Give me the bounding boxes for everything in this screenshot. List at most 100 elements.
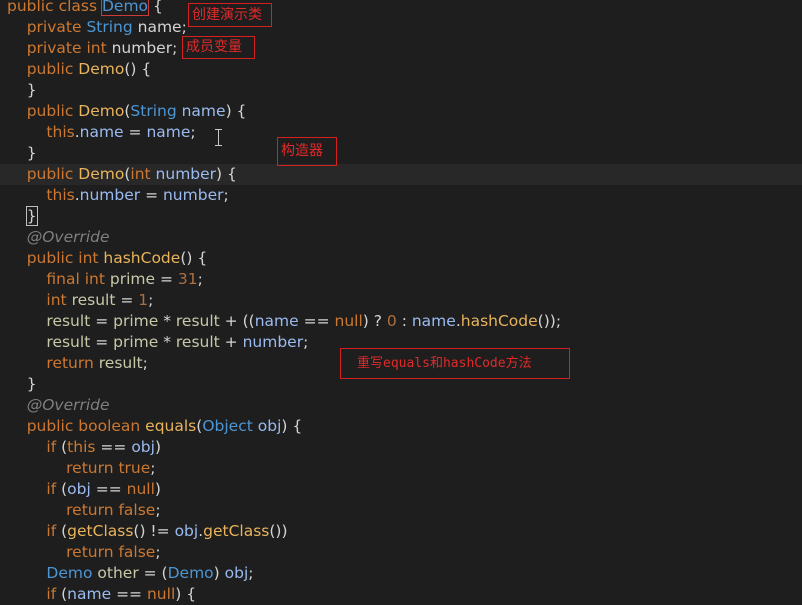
code-token: : bbox=[396, 312, 412, 330]
code-token: private bbox=[7, 18, 87, 36]
code-token: 1 bbox=[138, 291, 149, 309]
code-line[interactable]: public Demo(int number) { bbox=[0, 164, 802, 185]
code-token: = bbox=[123, 123, 147, 141]
code-token: String bbox=[130, 102, 177, 120]
code-token: obj bbox=[67, 480, 91, 498]
code-line[interactable]: private int number; bbox=[0, 38, 802, 59]
code-token: ) bbox=[154, 480, 161, 498]
code-token: = ( bbox=[138, 564, 168, 582]
code-token: = bbox=[140, 186, 163, 204]
code-token: } bbox=[7, 375, 37, 393]
code-line[interactable]: public class Demo { bbox=[0, 0, 802, 17]
code-line[interactable]: if (getClass() != obj.getClass()) bbox=[0, 521, 802, 542]
code-token: ( bbox=[56, 480, 68, 498]
code-token: == bbox=[111, 585, 147, 603]
code-token: 31 bbox=[177, 270, 198, 288]
code-token: ; bbox=[190, 123, 196, 141]
code-token: other bbox=[97, 564, 139, 582]
code-token: ) { bbox=[175, 585, 197, 603]
code-token: ; bbox=[155, 501, 161, 519]
code-token: null bbox=[126, 480, 155, 498]
code-token: ()) bbox=[269, 522, 288, 540]
code-token: obj bbox=[257, 417, 282, 435]
code-line[interactable]: if (name == null) { bbox=[0, 584, 802, 605]
code-token: * bbox=[158, 312, 176, 330]
code-token: ) bbox=[213, 564, 225, 582]
code-token: hashCode bbox=[103, 249, 181, 267]
code-line[interactable]: if (this == obj) bbox=[0, 437, 802, 458]
annotation-create-class: 创建演示类 bbox=[188, 3, 272, 27]
code-line[interactable]: this.number = number; bbox=[0, 185, 802, 206]
code-token: equals bbox=[145, 417, 197, 435]
code-token: prime bbox=[109, 270, 156, 288]
code-line[interactable]: public boolean equals(Object obj) { bbox=[0, 416, 802, 437]
code-line[interactable]: if (obj == null) bbox=[0, 479, 802, 500]
code-token: this bbox=[7, 186, 75, 204]
code-line[interactable]: @Override bbox=[0, 395, 802, 416]
code-line[interactable]: private String name; bbox=[0, 17, 802, 38]
code-token: ; bbox=[223, 186, 229, 204]
code-token: public class bbox=[7, 0, 102, 15]
code-token: obj bbox=[131, 438, 155, 456]
code-token: ; bbox=[148, 291, 154, 309]
code-line[interactable]: public Demo(String name) { bbox=[0, 101, 802, 122]
code-token: public bbox=[7, 60, 79, 78]
code-token: if bbox=[7, 585, 57, 603]
code-token: @Override bbox=[7, 396, 110, 414]
code-token: = bbox=[90, 333, 114, 351]
code-line[interactable]: final int prime = 31; bbox=[0, 269, 802, 290]
code-token: null bbox=[146, 585, 176, 603]
code-line[interactable]: Demo other = (Demo) obj; bbox=[0, 563, 802, 584]
code-token: result bbox=[7, 312, 91, 330]
code-editor[interactable]: public class Demo { private String name;… bbox=[0, 0, 802, 603]
code-token: } bbox=[7, 144, 37, 162]
code-token: result bbox=[98, 354, 143, 372]
code-line[interactable]: return false; bbox=[0, 500, 802, 521]
code-line[interactable]: } bbox=[0, 206, 802, 227]
code-token: Object bbox=[202, 417, 253, 435]
code-token: getClass bbox=[203, 522, 270, 540]
code-line[interactable]: return false; bbox=[0, 542, 802, 563]
code-line[interactable]: result = prime * result + ((name == null… bbox=[0, 311, 802, 332]
annotation-member-vars: 成员变量 bbox=[182, 36, 255, 59]
code-line[interactable]: } bbox=[0, 143, 802, 164]
code-token: return false bbox=[7, 543, 156, 561]
code-token: return false bbox=[7, 501, 156, 519]
code-line[interactable]: int result = 1; bbox=[0, 290, 802, 311]
code-token: hashCode bbox=[460, 312, 538, 330]
code-line[interactable]: @Override bbox=[0, 227, 802, 248]
code-token: ( bbox=[56, 438, 68, 456]
code-line[interactable]: public int hashCode() { bbox=[0, 248, 802, 269]
code-token: Demo bbox=[78, 165, 125, 183]
code-token: name bbox=[146, 123, 191, 141]
code-token: ) bbox=[154, 438, 162, 456]
code-token: + (( bbox=[219, 312, 255, 330]
code-token: getClass bbox=[67, 522, 134, 540]
code-token: if bbox=[7, 480, 57, 498]
code-line[interactable]: public Demo() { bbox=[0, 59, 802, 80]
code-token: 0 bbox=[386, 312, 397, 330]
code-line[interactable]: } bbox=[0, 80, 802, 101]
code-line[interactable]: return true; bbox=[0, 458, 802, 479]
code-token: Demo bbox=[100, 0, 150, 16]
code-token: name bbox=[79, 123, 124, 141]
code-token: name bbox=[411, 312, 456, 330]
code-token: prime bbox=[113, 333, 159, 351]
code-token: public int bbox=[7, 249, 104, 267]
code-token: number bbox=[242, 333, 304, 351]
code-token: name bbox=[254, 312, 299, 330]
code-token: } bbox=[25, 206, 38, 226]
code-line[interactable]: this.name = name; bbox=[0, 122, 802, 143]
code-token: result bbox=[175, 312, 220, 330]
code-token: obj bbox=[174, 522, 199, 540]
code-token: prime bbox=[113, 312, 159, 330]
code-token: return true bbox=[7, 459, 151, 477]
code-token: + bbox=[219, 333, 243, 351]
code-token: int bbox=[7, 291, 72, 309]
code-token: result bbox=[71, 291, 116, 309]
code-token: Demo bbox=[78, 102, 125, 120]
code-token: = bbox=[90, 312, 114, 330]
code-token: ( bbox=[56, 585, 68, 603]
code-token: } bbox=[7, 81, 37, 99]
code-token: result bbox=[175, 333, 220, 351]
